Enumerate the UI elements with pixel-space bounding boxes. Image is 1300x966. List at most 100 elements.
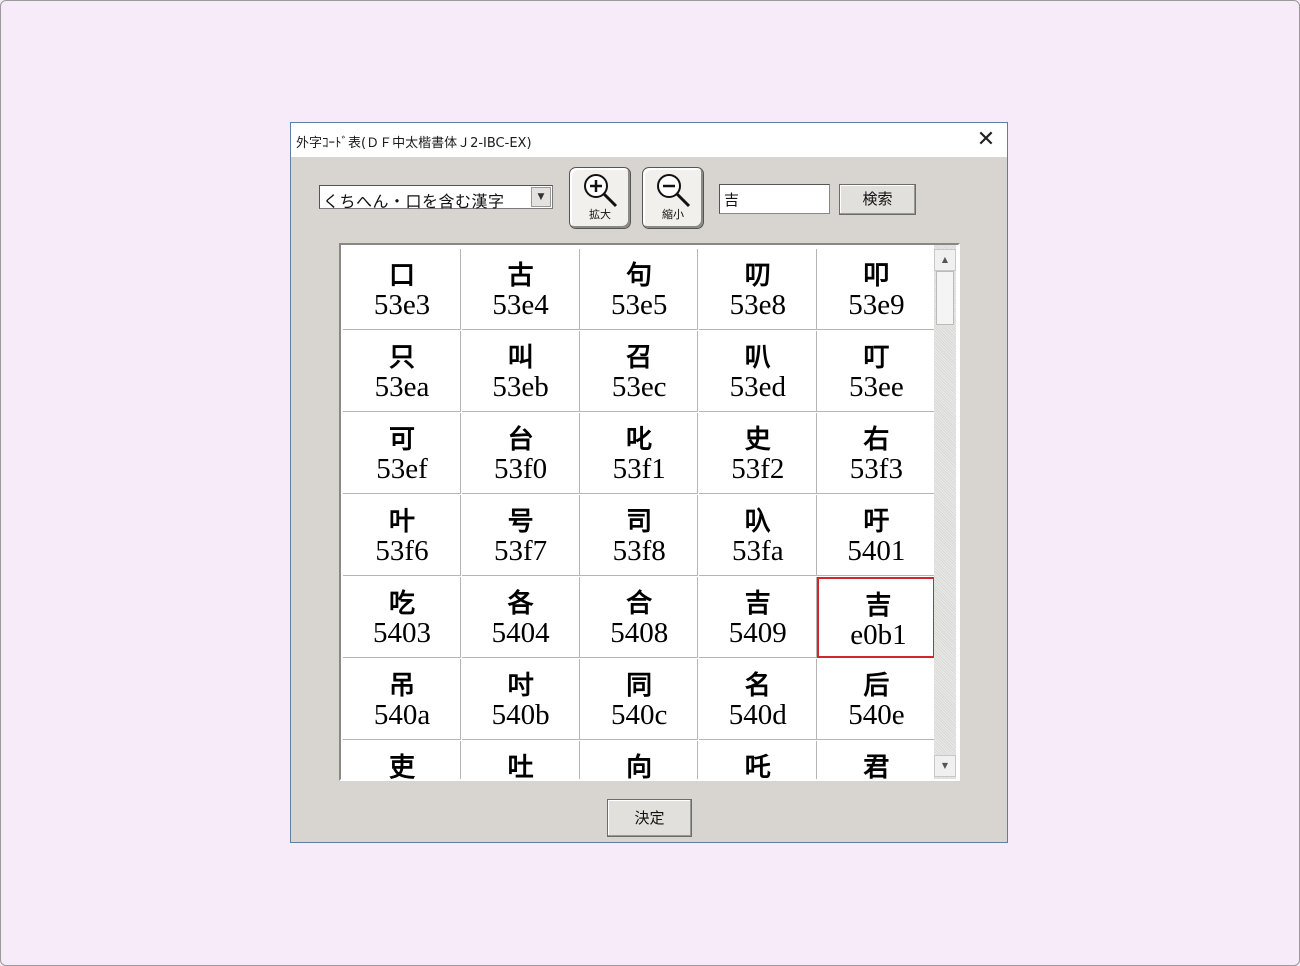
close-icon[interactable]: ✕ [973, 127, 999, 153]
glyph-code: 53f8 [612, 535, 666, 567]
ok-button[interactable]: 決定 [607, 799, 692, 837]
glyph-cell[interactable]: 吐 [461, 741, 580, 781]
glyph-code: 53fa [732, 535, 784, 567]
glyph-char: 吁 [863, 507, 890, 537]
glyph-cell[interactable]: 召 53ec [580, 331, 699, 412]
glyph-code: 53ec [611, 371, 667, 403]
glyph-cell[interactable]: 叩 53e9 [817, 249, 936, 330]
glyph-char: 召 [626, 343, 653, 373]
glyph-cell[interactable]: 吊 540a [343, 659, 461, 740]
glyph-cell[interactable]: 吒 [698, 741, 817, 781]
glyph-cell[interactable]: 吏 [343, 741, 461, 781]
glyph-code: 5408 [610, 617, 669, 649]
glyph-code: 53e8 [729, 289, 786, 321]
glyph-code: 53f7 [494, 535, 548, 567]
glyph-cell[interactable]: 叶 53f6 [343, 495, 461, 576]
glyph-code: 540c [611, 699, 668, 731]
chevron-down-icon[interactable]: ▼ [531, 187, 551, 207]
character-grid-panel: 口 53e3 古 53e4 句 53e5 叨 53e8 叩 53e9 只 53ea 叫 53eb 召 53ec… [339, 243, 960, 781]
category-select[interactable]: くちへん・口を含む漢字 ▼ [319, 185, 553, 211]
window-title: 外字ｺｰﾄﾞ表(ＤＦ中太楷書体Ｊ2-IBC-EX) [296, 136, 532, 151]
glyph-code: 53f6 [375, 535, 429, 567]
glyph-char: 吃 [388, 589, 415, 619]
glyph-code: 53e4 [492, 289, 549, 321]
glyph-char: 同 [626, 671, 653, 701]
scroll-down-icon[interactable]: ▼ [934, 755, 956, 777]
glyph-cell[interactable]: 后 540e [817, 659, 936, 740]
glyph-cell[interactable]: 吋 540b [461, 659, 580, 740]
glyph-cell[interactable]: 吁 5401 [817, 495, 936, 576]
glyph-cell[interactable]: 同 540c [580, 659, 699, 740]
glyph-cell[interactable]: 口 53e3 [343, 249, 461, 330]
glyph-code: 53f0 [494, 453, 548, 485]
glyph-cell[interactable]: 名 540d [698, 659, 817, 740]
glyph-cell[interactable]: 各 5404 [461, 577, 580, 658]
search-button[interactable]: 検索 [839, 184, 916, 215]
vertical-scrollbar[interactable]: ▲ ▼ [934, 245, 956, 779]
glyph-char: 可 [388, 425, 415, 455]
glyph-char: 君 [863, 753, 890, 781]
glyph-cell[interactable]: 向 [580, 741, 699, 779]
zoom-out-icon [657, 174, 691, 208]
glyph-cell[interactable]: 君 [817, 741, 936, 781]
glyph-char: 吊 [388, 671, 415, 701]
glyph-code: 540b [491, 699, 550, 731]
glyph-code: 53ea [374, 371, 430, 403]
code-table-dialog: 外字ｺｰﾄﾞ表(ＤＦ中太楷書体Ｊ2-IBC-EX) ✕ くちへん・口を含む漢字 … [290, 122, 1008, 843]
glyph-cell[interactable]: 只 53ea [343, 331, 461, 412]
glyph-cell[interactable]: 史 53f2 [698, 413, 817, 494]
glyph-code: 53ed [729, 371, 786, 403]
glyph-char: 吏 [388, 753, 415, 781]
glyph-char: 叺 [744, 507, 771, 537]
glyph-code: 540a [373, 699, 431, 731]
glyph-code: e0b1 [850, 619, 907, 651]
glyph-char: 口 [388, 261, 415, 291]
glyph-cell[interactable]: 台 53f0 [461, 413, 580, 494]
glyph-cell[interactable]: 叺 53fa [698, 495, 817, 576]
glyph-cell[interactable]: 叮 53ee [817, 331, 936, 412]
glyph-cell[interactable]: 叫 53eb [461, 331, 580, 412]
glyph-code: 53f3 [849, 453, 903, 485]
glyph-cell[interactable]: 吉 e0b1 [817, 577, 936, 658]
title-bar[interactable]: 外字ｺｰﾄﾞ表(ＤＦ中太楷書体Ｊ2-IBC-EX) ✕ [291, 123, 1007, 157]
glyph-char: 司 [626, 507, 653, 537]
glyph-code: 5403 [373, 617, 431, 649]
glyph-cell[interactable]: 合 5408 [580, 577, 699, 658]
scroll-up-icon[interactable]: ▲ [934, 249, 956, 271]
glyph-code: 540e [848, 699, 905, 731]
glyph-cell[interactable]: 叱 53f1 [580, 413, 699, 494]
glyph-char: 吒 [744, 753, 771, 781]
glyph-cell[interactable]: 吃 5403 [343, 577, 461, 658]
glyph-cell[interactable]: 司 53f8 [580, 495, 699, 576]
glyph-cell[interactable]: 古 53e4 [461, 249, 580, 330]
glyph-char: 吉 [744, 589, 771, 619]
glyph-cell[interactable]: 吉 5409 [698, 577, 817, 658]
glyph-char: 叫 [507, 343, 534, 373]
glyph-code: 53e9 [848, 289, 905, 321]
scrollbar-thumb[interactable] [936, 271, 954, 325]
glyph-code: 53f1 [612, 453, 666, 485]
glyph-cell[interactable]: 叭 53ed [698, 331, 817, 412]
glyph-char: 合 [626, 589, 653, 619]
zoom-in-button[interactable]: 拡大 [569, 167, 631, 229]
glyph-char: 吋 [507, 671, 534, 701]
glyph-code: 53ef [376, 453, 428, 485]
glyph-cell[interactable]: 叨 53e8 [698, 249, 817, 330]
glyph-cell[interactable]: 可 53ef [343, 413, 461, 494]
glyph-char: 后 [863, 671, 890, 701]
glyph-char: 吉 [865, 591, 892, 621]
zoom-in-label: 拡大 [589, 208, 611, 221]
glyph-char: 各 [507, 589, 534, 619]
glyph-code: 5404 [491, 617, 550, 649]
glyph-char: 叱 [626, 425, 653, 455]
zoom-out-button[interactable]: 縮小 [642, 167, 704, 229]
glyph-cell[interactable]: 号 53f7 [461, 495, 580, 576]
glyph-code: 53e5 [611, 289, 668, 321]
glyph-cell[interactable]: 右 53f3 [817, 413, 936, 494]
glyph-char: 叭 [744, 343, 771, 373]
glyph-code: 5401 [847, 535, 906, 567]
glyph-code: 53e3 [373, 289, 431, 321]
glyph-cell[interactable]: 句 53e5 [580, 249, 699, 330]
search-input[interactable] [719, 184, 830, 214]
glyph-char: 吐 [507, 753, 534, 781]
